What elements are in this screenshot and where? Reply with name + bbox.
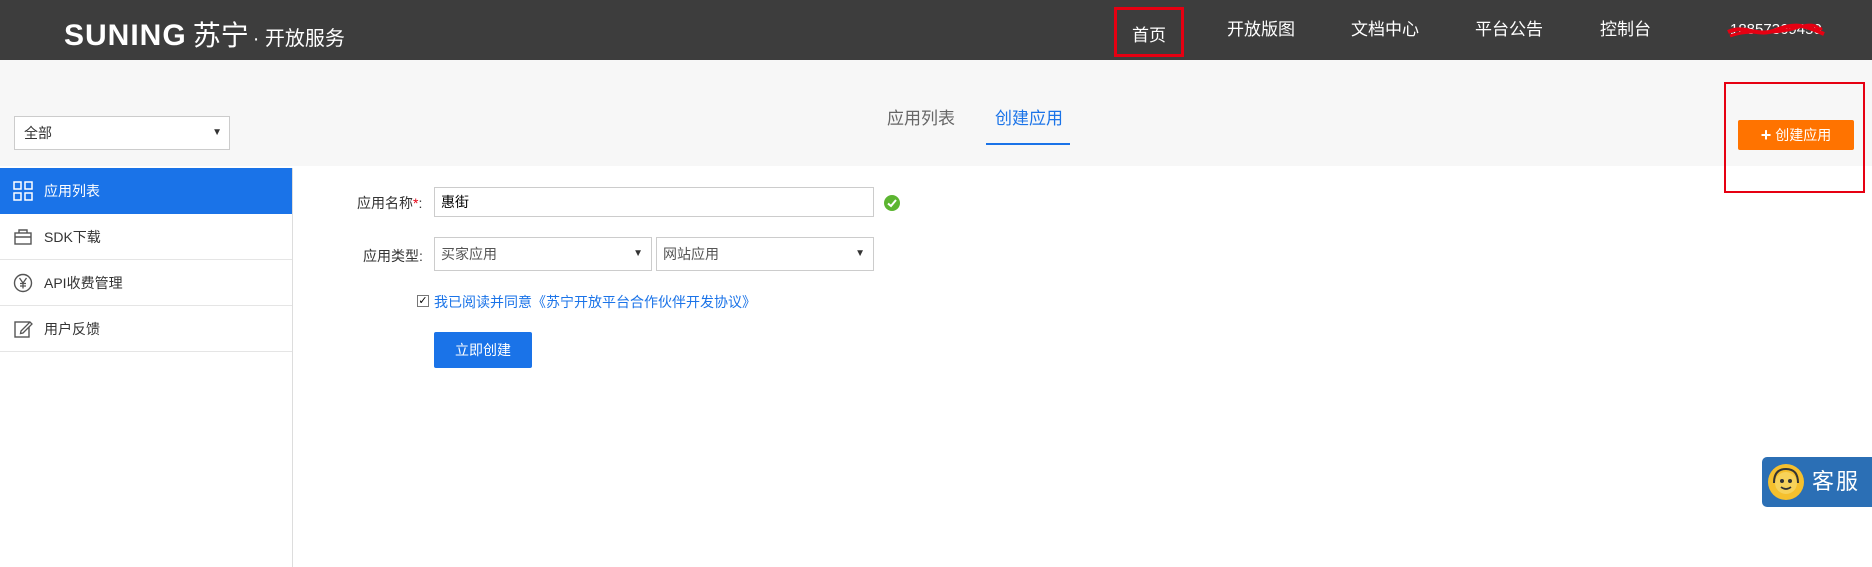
app-name-input[interactable]: 惠街 <box>434 187 874 217</box>
app-type-primary-select[interactable]: 买家应用 ▼ <box>434 237 652 271</box>
app-type-secondary-value: 网站应用 <box>663 246 719 262</box>
app-type-secondary-select[interactable]: 网站应用 ▼ <box>656 237 874 271</box>
redaction-scribble <box>1727 23 1825 38</box>
customer-service-label: 客服精 <box>1812 469 1861 544</box>
logo-brand-cn: 苏宁 <box>192 20 249 51</box>
app-name-colon: : <box>418 195 423 211</box>
sidebar-item-label: SDK下载 <box>44 229 101 245</box>
nav-console[interactable]: 控制台 <box>1600 0 1651 60</box>
valid-check-icon <box>884 195 900 211</box>
sidebar-item-label: API收费管理 <box>44 275 123 291</box>
tab-app-list[interactable]: 应用列表 <box>887 104 955 129</box>
agreement-link[interactable]: 我已阅读并同意《苏宁开放平台合作伙伴开发协议》 <box>434 292 756 312</box>
sidebar-item-sdk[interactable]: SDK下载 <box>0 214 292 260</box>
edit-icon <box>14 321 33 338</box>
sidebar-item-api-billing[interactable]: API收费管理 <box>0 260 292 306</box>
create-now-button[interactable]: 立即创建 <box>434 332 532 368</box>
suning-logo[interactable]: SUNING 苏宁 · 开放服务 <box>64 14 345 54</box>
nav-open-map[interactable]: 开放版图 <box>1227 0 1295 60</box>
caret-down-icon: ▼ <box>855 248 865 259</box>
nav-docs[interactable]: 文档中心 <box>1351 0 1419 60</box>
app-filter-select[interactable]: 全部 ▼ <box>14 116 230 150</box>
plus-icon: + <box>1760 125 1772 145</box>
app-type-label: 应用类型: <box>363 248 423 264</box>
nav-announcements[interactable]: 平台公告 <box>1475 0 1543 60</box>
grid-icon <box>13 181 33 201</box>
app-name-label-text: 应用名称 <box>357 195 413 211</box>
active-tab-indicator <box>986 143 1070 145</box>
logo-subtitle: · 开放服务 <box>252 28 345 50</box>
customer-service-avatar-icon <box>1768 464 1804 500</box>
app-filter-value: 全部 <box>24 125 52 141</box>
sidebar-item-label: 用户反馈 <box>44 321 100 337</box>
yen-icon <box>13 273 33 293</box>
logo-brand: SUNING <box>64 19 187 52</box>
sidebar-item-label: 应用列表 <box>44 183 100 199</box>
create-app-button[interactable]: + 创建应用 <box>1738 120 1854 150</box>
caret-down-icon: ▼ <box>633 248 643 259</box>
top-nav-bar: SUNING 苏宁 · 开放服务 首页 开放版图 文档中心 平台公告 控制台 1… <box>0 0 1872 60</box>
sidebar-item-feedback[interactable]: 用户反馈 <box>0 306 292 352</box>
app-type-primary-value: 买家应用 <box>441 246 497 262</box>
app-name-label: 应用名称*: <box>357 193 422 213</box>
agreement-checkbox[interactable]: ✓ <box>417 295 429 307</box>
box-icon <box>14 229 32 245</box>
tab-create-app[interactable]: 创建应用 <box>995 104 1063 129</box>
create-app-label: 创建应用 <box>1775 127 1832 143</box>
sidebar-item-app-list[interactable]: 应用列表 <box>0 168 292 214</box>
sidebar: 应用列表 SDK下载 API收费管理 用户反馈 <box>0 168 293 567</box>
nav-home[interactable]: 首页 <box>1114 7 1184 57</box>
customer-service-widget[interactable]: 客服精 <box>1762 457 1872 544</box>
caret-down-icon: ▼ <box>212 127 222 138</box>
